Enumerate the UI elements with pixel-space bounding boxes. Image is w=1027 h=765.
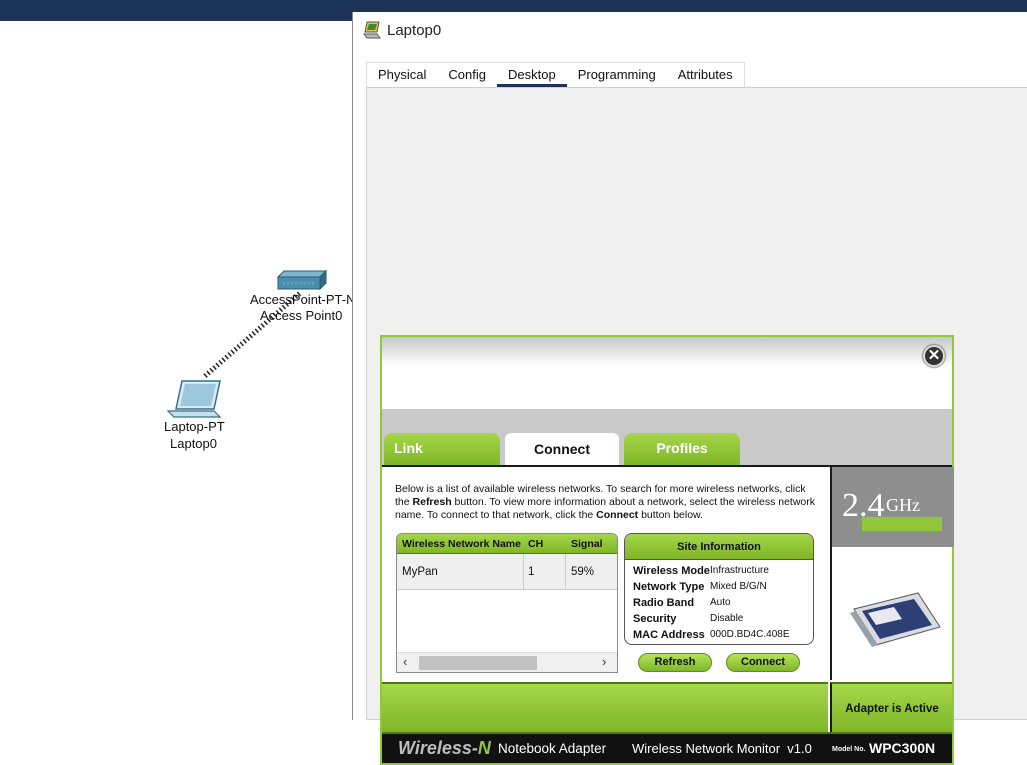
laptop-icon[interactable] (166, 379, 222, 419)
tab-programming[interactable]: Programming (567, 63, 667, 87)
footer-brand-letter: N (477, 738, 491, 758)
site-information-box: Site Information Wireless Mode Infrastruc… (624, 533, 814, 645)
channel-cell: 1 (524, 554, 566, 589)
signal-cell: 59% (571, 566, 595, 578)
site-row-mac-address: MAC Address 000D.BD4C.408E (625, 627, 813, 643)
refresh-button[interactable]: Refresh (638, 653, 712, 672)
pc-card-image (848, 591, 944, 647)
frequency-badge: 2.4 GHz (832, 467, 954, 547)
svg-text:◦◦◦◦◦◦◦◦: ◦◦◦◦◦◦◦◦ (282, 280, 315, 288)
laptop-model-label: Laptop-PT (164, 419, 225, 434)
column-channel: CH (528, 538, 544, 550)
horizontal-scrollbar[interactable]: ‹ › (397, 652, 617, 672)
site-value: Auto (710, 597, 731, 608)
site-value: Disable (710, 613, 744, 624)
tab-link-information[interactable]: Link Information (384, 433, 500, 486)
site-information-title: Site Information (625, 534, 813, 560)
connect-description: Below is a list of available wireless ne… (395, 483, 823, 522)
site-row-network-type: Network Type Mixed B/G/N (625, 579, 813, 595)
window-tabs: Physical Config Desktop Programming Attr… (366, 62, 745, 87)
network-name-cell: MyPan (397, 554, 524, 589)
footer-model-label: Model No. (832, 746, 866, 753)
site-value: 000D.BD4C.408E (710, 629, 790, 640)
monitor-header: ✕ (382, 337, 952, 409)
laptop-name-label: Laptop0 (170, 436, 217, 451)
scrollbar-thumb[interactable] (419, 656, 537, 670)
access-point-icon[interactable]: ◦◦◦◦◦◦◦◦ (276, 269, 328, 293)
window-title: Laptop0 (387, 22, 442, 39)
table-row[interactable]: MyPan 1 59% (397, 554, 617, 590)
footer-brand: Wireless-N (398, 738, 491, 759)
site-value: Mixed B/G/N (710, 581, 767, 592)
site-key: Security (633, 613, 677, 625)
tab-physical[interactable]: Physical (367, 63, 437, 87)
wireless-network-monitor: ✕ Link Information Connect Profiles Belo… (380, 335, 954, 765)
site-key: MAC Address (633, 629, 705, 641)
status-bar-left (382, 682, 828, 732)
desktop-content-area: ✕ Link Information Connect Profiles Belo… (366, 87, 1027, 765)
workspace-canvas[interactable]: ◦◦◦◦◦◦◦◦ AccessPoint-PT-N Access Point0 … (0, 21, 356, 720)
description-text-3: button below. (638, 509, 703, 521)
tab-desktop[interactable]: Desktop (497, 63, 567, 87)
window-titlebar: Laptop0 (353, 12, 1027, 50)
access-point-model-label: AccessPoint-PT-N (250, 292, 356, 307)
description-refresh-word: Refresh (412, 496, 452, 508)
site-key: Wireless Mode (633, 565, 710, 577)
column-signal: Signal (571, 538, 603, 550)
site-key: Radio Band (633, 597, 695, 609)
description-connect-word: Connect (596, 509, 639, 521)
monitor-footer: Wireless-N Notebook Adapter Wireless Net… (382, 732, 952, 763)
column-network-name: Wireless Network Name (402, 538, 521, 550)
site-key: Network Type (633, 581, 705, 593)
close-button[interactable]: ✕ (923, 345, 945, 367)
site-row-radio-band: Radio Band Auto (625, 595, 813, 611)
site-row-security: Security Disable (625, 611, 813, 627)
ghz-unit: GHz (886, 495, 920, 515)
scroll-right-icon[interactable]: › (602, 654, 606, 669)
tab-config[interactable]: Config (437, 63, 497, 87)
access-point-name-label: Access Point0 (260, 308, 343, 323)
connect-panel: Below is a list of available wireless ne… (382, 465, 830, 680)
scroll-left-icon[interactable]: ‹ (403, 654, 407, 669)
tab-profiles[interactable]: Profiles (624, 433, 740, 465)
wireless-link-line (203, 291, 302, 378)
footer-product: Notebook Adapter (498, 741, 607, 756)
adapter-status: Adapter is Active (830, 682, 952, 732)
laptop-window-icon (363, 20, 383, 40)
tab-connect[interactable]: Connect (503, 431, 621, 467)
network-table: Wireless Network Name CH Signal MyPan 1 … (396, 533, 618, 673)
adapter-side-panel: 2.4 GHz (830, 465, 954, 680)
footer-app-name: Wireless Network Monitor v1.0 (632, 741, 812, 756)
tab-attributes[interactable]: Attributes (667, 63, 744, 87)
device-window: Laptop0 Physical Config Desktop Programm… (352, 12, 1027, 765)
footer-brand-text: Wireless- (398, 738, 478, 758)
network-table-header: Wireless Network Name CH Signal (397, 534, 617, 554)
footer-model: WPC300N (869, 740, 936, 756)
connect-button[interactable]: Connect (726, 653, 800, 672)
ghz-number: 2.4 (842, 487, 885, 524)
site-row-wireless-mode: Wireless Mode Infrastructure (625, 563, 813, 579)
site-value: Infrastructure (710, 565, 769, 576)
